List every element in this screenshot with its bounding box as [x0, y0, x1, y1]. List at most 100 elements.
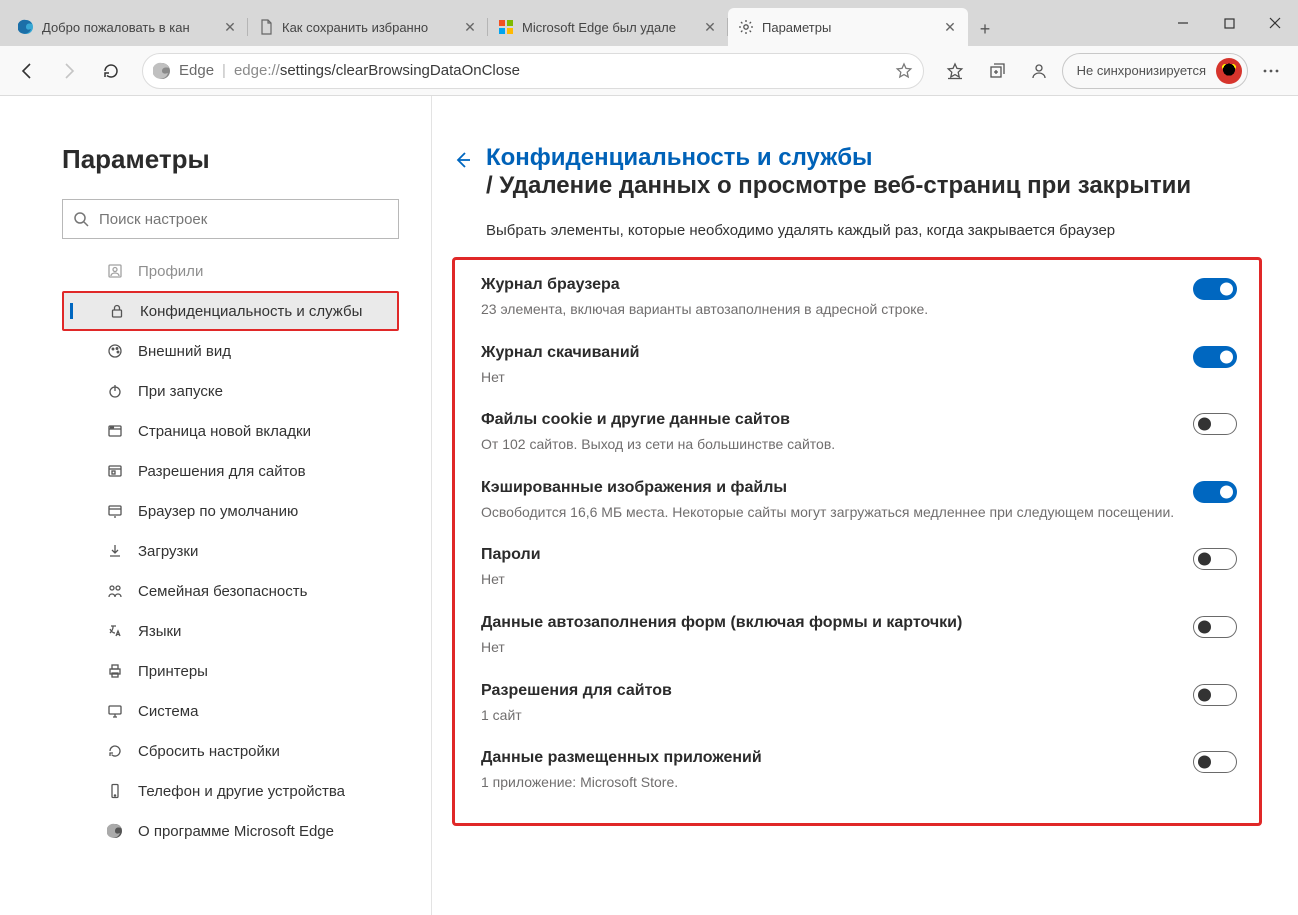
edge-favicon [18, 19, 34, 35]
sidebar-item-profiles[interactable]: Профили [62, 251, 399, 291]
toggle[interactable] [1193, 278, 1237, 300]
sidebar-item-label: Конфиденциальность и службы [140, 303, 362, 320]
sync-pill[interactable]: Не синхронизируется [1062, 53, 1248, 89]
profile-button[interactable] [1020, 52, 1058, 90]
sidebar-item-startup[interactable]: При запуске [62, 371, 399, 411]
ms-favicon [498, 19, 514, 35]
sidebar-item-about[interactable]: О программе Microsoft Edge [62, 811, 399, 851]
address-bar[interactable]: Edge | edge://settings/clearBrowsingData… [142, 53, 924, 89]
back-arrow-icon[interactable] [452, 150, 472, 170]
setting-title: Разрешения для сайтов [481, 682, 1177, 700]
minimize-button[interactable] [1160, 0, 1206, 46]
tab-edge-deleted[interactable]: Microsoft Edge был удале ✕ [488, 8, 728, 46]
maximize-button[interactable] [1206, 0, 1252, 46]
setting-row: ПаролиНет [481, 546, 1237, 590]
setting-subtitle: Нет [481, 638, 1177, 658]
toggle[interactable] [1193, 548, 1237, 570]
phone-icon [106, 782, 124, 800]
setting-title: Файлы cookie и другие данные сайтов [481, 411, 1177, 429]
setting-subtitle: 23 элемента, включая варианты автозаполн… [481, 300, 1177, 320]
setting-title: Данные размещенных приложений [481, 749, 1177, 767]
settings-panel: Журнал браузера 23 элемента, включая вари… [452, 257, 1262, 826]
sidebar-item-label: Разрешения для сайтов [138, 463, 306, 480]
newtab-icon [106, 422, 124, 440]
tab-settings[interactable]: Параметры ✕ [728, 8, 968, 46]
toggle[interactable] [1193, 751, 1237, 773]
favorite-icon[interactable] [895, 62, 913, 80]
close-icon[interactable]: ✕ [222, 19, 238, 35]
setting-title: Кэшированные изображения и файлы [481, 479, 1177, 497]
sidebar-item-newtab[interactable]: Страница новой вкладки [62, 411, 399, 451]
sidebar-item-label: Браузер по умолчанию [138, 503, 298, 520]
sidebar-item-label: Система [138, 703, 198, 720]
tab-save-favorites[interactable]: Как сохранить избранно ✕ [248, 8, 488, 46]
sidebar-item-label: Телефон и другие устройства [138, 783, 345, 800]
toggle[interactable] [1193, 413, 1237, 435]
sidebar-item-printers[interactable]: Принтеры [62, 651, 399, 691]
setting-row: Данные размещенных приложений 1 приложени… [481, 749, 1237, 793]
close-icon[interactable]: ✕ [942, 19, 958, 35]
toggle[interactable] [1193, 346, 1237, 368]
address-url: edge://settings/clearBrowsingDataOnClose [234, 62, 520, 79]
refresh-button[interactable] [92, 52, 130, 90]
setting-subtitle: 1 приложение: Microsoft Store. [481, 773, 1177, 793]
sidebar-item-label: Сбросить настройки [138, 743, 280, 760]
page-description: Выбрать элементы, которые необходимо уда… [486, 222, 1262, 239]
avatar [1216, 58, 1242, 84]
toggle[interactable] [1193, 684, 1237, 706]
sidebar-item-phone[interactable]: Телефон и другие устройства [62, 771, 399, 811]
titlebar: Добро пожаловать в кан ✕ Как сохранить и… [0, 0, 1298, 46]
sidebar-item-system[interactable]: Система [62, 691, 399, 731]
crumb-parent[interactable]: Конфиденциальность и службы [486, 144, 873, 171]
sidebar-item-label: Страница новой вкладки [138, 423, 311, 440]
sidebar-item-label: Языки [138, 623, 181, 640]
collections-button[interactable] [978, 52, 1016, 90]
settings-menu: Профили Конфиденциальность и службы Внеш… [62, 251, 399, 851]
crumb-slash: / [486, 172, 493, 199]
sidebar-item-downloads[interactable]: Загрузки [62, 531, 399, 571]
menu-button[interactable] [1252, 52, 1290, 90]
sidebar-item-label: Семейная безопасность [138, 583, 307, 600]
edge-icon [106, 822, 124, 840]
sidebar-item-appearance[interactable]: Внешний вид [62, 331, 399, 371]
sidebar-item-label: Загрузки [138, 543, 198, 560]
toolbar: Edge | edge://settings/clearBrowsingData… [0, 46, 1298, 96]
address-separator: | [222, 62, 226, 79]
download-icon [106, 542, 124, 560]
tab-welcome[interactable]: Добро пожаловать в кан ✕ [8, 8, 248, 46]
sidebar-item-permissions[interactable]: Разрешения для сайтов [62, 451, 399, 491]
address-scheme-label: Edge [179, 62, 214, 79]
setting-row: Журнал браузера 23 элемента, включая вари… [481, 276, 1237, 320]
tab-label: Параметры [762, 20, 934, 35]
main-pane: Конфиденциальность и службы / Удаление д… [432, 96, 1298, 915]
toggle[interactable] [1193, 616, 1237, 638]
sidebar-item-label: При запуске [138, 383, 223, 400]
sidebar-item-reset[interactable]: Сбросить настройки [62, 731, 399, 771]
sync-label: Не синхронизируется [1077, 63, 1206, 78]
toggle[interactable] [1193, 481, 1237, 503]
search-icon [73, 211, 89, 227]
forward-button[interactable] [50, 52, 88, 90]
setting-row: Файлы cookie и другие данные сайтовОт 10… [481, 411, 1237, 455]
close-icon[interactable]: ✕ [462, 19, 478, 35]
sidebar-item-languages[interactable]: Языки [62, 611, 399, 651]
page-favicon [258, 19, 274, 35]
sidebar-item-label: Принтеры [138, 663, 208, 680]
favorites-button[interactable] [936, 52, 974, 90]
sidebar-item-default-browser[interactable]: Браузер по умолчанию [62, 491, 399, 531]
close-icon[interactable]: ✕ [702, 19, 718, 35]
back-button[interactable] [8, 52, 46, 90]
browser-icon [106, 502, 124, 520]
setting-row: Журнал скачиванийНет [481, 344, 1237, 388]
sidebar-item-label: Внешний вид [138, 343, 231, 360]
search-input[interactable]: Поиск настроек [62, 199, 399, 239]
sidebar-item-privacy[interactable]: Конфиденциальность и службы [62, 291, 399, 331]
reset-icon [106, 742, 124, 760]
power-icon [106, 382, 124, 400]
sidebar-item-family[interactable]: Семейная безопасность [62, 571, 399, 611]
setting-subtitle: 1 сайт [481, 706, 1177, 726]
new-tab-button[interactable]: + [968, 19, 1002, 40]
setting-title: Журнал браузера [481, 276, 1177, 294]
tab-label: Microsoft Edge был удале [522, 20, 694, 35]
close-window-button[interactable] [1252, 0, 1298, 46]
